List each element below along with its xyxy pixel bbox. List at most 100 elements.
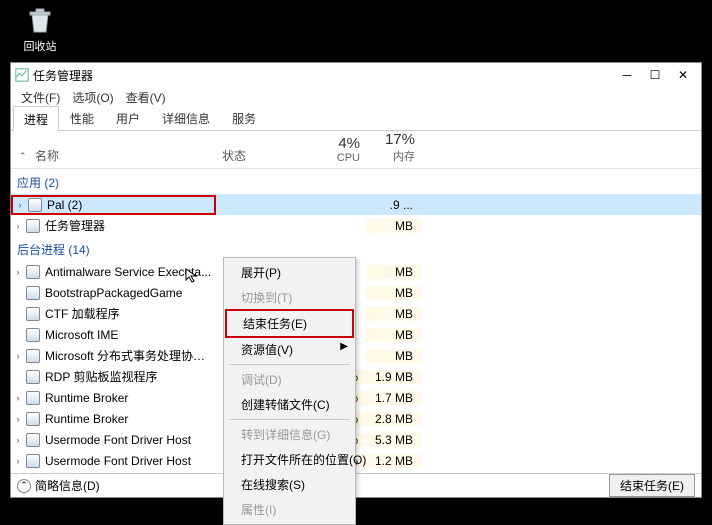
- process-icon: [25, 218, 41, 234]
- tab-services[interactable]: 服务: [221, 105, 267, 130]
- context-menu-item[interactable]: 在线搜索(S): [225, 472, 354, 497]
- expand-chevron-icon[interactable]: ›: [11, 267, 25, 277]
- submenu-arrow-icon: ▶: [340, 341, 348, 352]
- process-icon: [25, 327, 41, 343]
- context-menu-item[interactable]: 资源值(V)▶: [225, 337, 354, 362]
- expand-chevron-icon[interactable]: ›: [11, 414, 25, 424]
- tabbar: 进程 性能 用户 详细信息 服务: [11, 107, 701, 131]
- task-manager-icon: [15, 68, 29, 82]
- process-row[interactable]: Microsoft IME MB: [11, 324, 701, 345]
- process-icon: [25, 432, 41, 448]
- context-menu-item: 调试(D): [225, 367, 354, 392]
- memory-value: 1.2 MB: [366, 454, 421, 468]
- memory-value: 1.9 MB: [366, 370, 421, 384]
- end-task-button[interactable]: 结束任务(E): [609, 474, 695, 497]
- tab-users[interactable]: 用户: [105, 105, 151, 130]
- column-name[interactable]: ⌃ 名称: [11, 131, 216, 168]
- titlebar[interactable]: 任务管理器 ─ ☐ ✕: [11, 63, 701, 87]
- column-memory[interactable]: 17% 内存: [366, 131, 421, 168]
- expand-chevron-icon[interactable]: ›: [11, 456, 25, 466]
- maximize-button[interactable]: ☐: [641, 64, 669, 86]
- process-name: RDP 剪贴板监视程序: [45, 368, 216, 385]
- process-icon: [25, 453, 41, 469]
- context-menu-item: 属性(I): [225, 497, 354, 522]
- process-name: Microsoft IME: [45, 328, 216, 342]
- context-menu-item[interactable]: 结束任务(E): [225, 309, 354, 338]
- process-icon: [25, 264, 41, 280]
- process-name: Runtime Broker: [45, 391, 216, 405]
- memory-value: MB: [366, 328, 421, 342]
- tab-details[interactable]: 详细信息: [151, 105, 221, 130]
- process-icon: [25, 411, 41, 427]
- columns-header: ⌃ 名称 状态 4% CPU 17% 内存: [11, 131, 701, 169]
- expand-chevron-icon[interactable]: ›: [11, 393, 25, 403]
- memory-value: 1.7 MB: [366, 391, 421, 405]
- process-icon: [27, 197, 43, 213]
- process-name: CTF 加载程序: [45, 305, 216, 322]
- menubar: 文件(F) 选项(O) 查看(V): [11, 87, 701, 107]
- process-icon: [25, 369, 41, 385]
- process-row[interactable]: ›Runtime Broker0%2.8 MB: [11, 408, 701, 429]
- memory-value: 2.8 MB: [366, 412, 421, 426]
- sort-chevron-icon: ⌃: [19, 151, 27, 162]
- statusbar: ⌃ 简略信息(D) 结束任务(E): [11, 473, 701, 497]
- process-icon: [25, 285, 41, 301]
- menu-view[interactable]: 查看(V): [120, 87, 172, 107]
- memory-value: MB: [366, 286, 421, 300]
- process-name: Antimalware Service Executa...: [45, 265, 216, 279]
- context-menu-item[interactable]: 创建转储文件(C): [225, 392, 354, 417]
- process-row[interactable]: › Pal (2) .9 ...: [11, 194, 701, 215]
- expand-chevron-icon[interactable]: ›: [13, 200, 27, 210]
- fewer-details-link[interactable]: 简略信息(D): [35, 477, 100, 494]
- column-cpu[interactable]: 4% CPU: [311, 131, 366, 168]
- process-icon: [25, 348, 41, 364]
- process-name: Usermode Font Driver Host: [45, 454, 216, 468]
- process-row[interactable]: CTF 加载程序 MB: [11, 303, 701, 324]
- process-name: Usermode Font Driver Host: [45, 433, 216, 447]
- menu-separator: [229, 419, 350, 420]
- context-menu-item[interactable]: 展开(P): [225, 260, 354, 285]
- expand-chevron-icon[interactable]: ›: [11, 435, 25, 445]
- process-list: 应用 (2) › Pal (2) .9 ... › 任务管理器 MB 后台进程 (14) › An…: [11, 169, 701, 473]
- process-row[interactable]: ›Runtime Broker0%1.7 MB: [11, 387, 701, 408]
- tab-performance[interactable]: 性能: [59, 105, 105, 130]
- minimize-button[interactable]: ─: [613, 64, 641, 86]
- menu-options[interactable]: 选项(O): [66, 87, 119, 107]
- process-name: Pal (2): [47, 198, 214, 212]
- memory-value: MB: [366, 307, 421, 321]
- process-row[interactable]: › Microsoft 分布式事务处理协调... MB: [11, 345, 701, 366]
- close-button[interactable]: ✕: [669, 64, 697, 86]
- menu-separator: [229, 364, 350, 365]
- expand-chevron-icon[interactable]: ›: [11, 351, 25, 361]
- process-name: 任务管理器: [45, 217, 216, 234]
- chevron-up-icon[interactable]: ⌃: [17, 479, 31, 493]
- process-row[interactable]: ›Usermode Font Driver Host0%5.3 MB: [11, 429, 701, 450]
- task-manager-window: 任务管理器 ─ ☐ ✕ 文件(F) 选项(O) 查看(V) 进程 性能 用户 详…: [10, 62, 702, 498]
- context-menu: 展开(P)切换到(T)结束任务(E)资源值(V)▶ 调试(D)创建转储文件(C) 转…: [223, 257, 356, 525]
- group-header: 后台进程 (14): [11, 236, 701, 261]
- context-menu-item: 转到详细信息(G): [225, 422, 354, 447]
- process-row[interactable]: › 任务管理器 MB: [11, 215, 701, 236]
- expand-chevron-icon[interactable]: ›: [11, 221, 25, 231]
- recycle-bin[interactable]: 回收站: [16, 4, 64, 54]
- menu-file[interactable]: 文件(F): [15, 87, 66, 107]
- process-name: Microsoft 分布式事务处理协调...: [45, 347, 216, 364]
- recycle-bin-icon: [24, 4, 56, 36]
- memory-value: 5.3 MB: [366, 433, 421, 447]
- group-header: 应用 (2): [11, 169, 701, 194]
- process-row[interactable]: › Antimalware Service Executa... MB: [11, 261, 701, 282]
- memory-value: MB: [366, 219, 421, 233]
- memory-value: MB: [366, 265, 421, 279]
- context-menu-item: 切换到(T): [225, 285, 354, 310]
- process-icon: [25, 390, 41, 406]
- process-icon: [25, 306, 41, 322]
- memory-value: MB: [366, 349, 421, 363]
- process-name: BootstrapPackagedGame: [45, 286, 216, 300]
- recycle-bin-label: 回收站: [16, 38, 64, 54]
- context-menu-item[interactable]: 打开文件所在的位置(O): [225, 447, 354, 472]
- column-status[interactable]: 状态: [216, 131, 311, 168]
- memory-value: .9 ...: [366, 198, 421, 212]
- process-row[interactable]: BootstrapPackagedGame MB: [11, 282, 701, 303]
- tab-processes[interactable]: 进程: [13, 106, 59, 131]
- process-row[interactable]: RDP 剪贴板监视程序0%1.9 MB: [11, 366, 701, 387]
